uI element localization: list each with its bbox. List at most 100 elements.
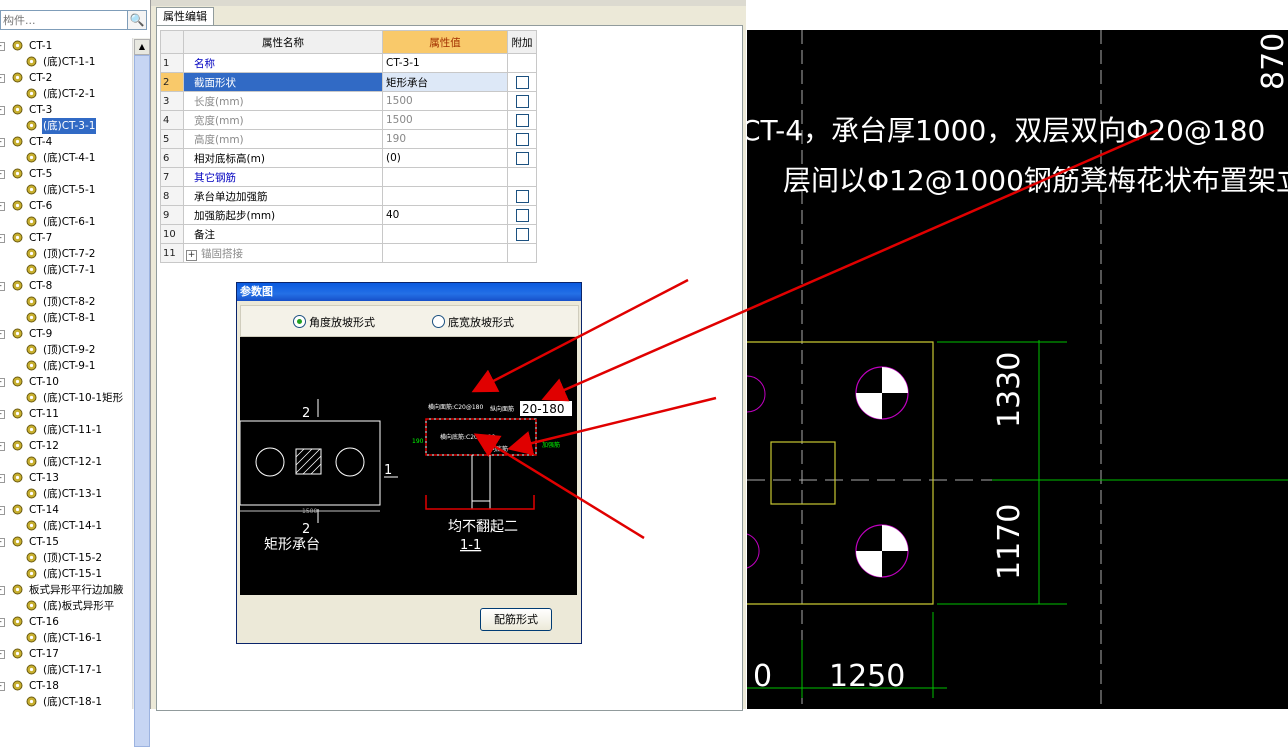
- extra-checkbox[interactable]: [515, 132, 529, 146]
- collapse-icon[interactable]: -: [0, 474, 5, 483]
- tree-node[interactable]: - CT-2: [0, 70, 132, 86]
- tree-leaf[interactable]: (底)CT-18-1: [0, 694, 132, 709]
- collapse-icon[interactable]: -: [0, 106, 5, 115]
- collapse-icon[interactable]: -: [0, 650, 5, 659]
- tree-leaf[interactable]: (底)CT-12-1: [0, 454, 132, 470]
- collapse-icon[interactable]: -: [0, 586, 5, 595]
- property-row[interactable]: 7 其它钢筋: [160, 167, 537, 187]
- property-value[interactable]: 40: [382, 205, 508, 225]
- collapse-icon[interactable]: -: [0, 330, 5, 339]
- property-value[interactable]: [382, 224, 508, 244]
- extra-cell[interactable]: [507, 72, 537, 92]
- tree-leaf[interactable]: (底)CT-14-1: [0, 518, 132, 534]
- property-value[interactable]: [382, 243, 508, 263]
- collapse-icon[interactable]: -: [0, 378, 5, 387]
- rebar-form-button[interactable]: 配筋形式: [480, 608, 552, 631]
- extra-cell[interactable]: [507, 148, 537, 168]
- tree-node[interactable]: - CT-14: [0, 502, 132, 518]
- cad-drawing-area[interactable]: 1330 1170 1250 0 870 CT-4，承台厚1000，双层双向Φ2…: [747, 0, 1288, 709]
- extra-cell[interactable]: [507, 129, 537, 149]
- tree-node[interactable]: - CT-16: [0, 614, 132, 630]
- property-row[interactable]: 11 + 锚固搭接: [160, 243, 537, 263]
- tree-node[interactable]: - CT-3: [0, 102, 132, 118]
- tree-node[interactable]: - CT-9: [0, 326, 132, 342]
- radio-angle-slope[interactable]: 角度放坡形式: [293, 314, 375, 330]
- tree-leaf[interactable]: (底)CT-8-1: [0, 310, 132, 326]
- tree-node[interactable]: - 板式异形平行边加腋: [0, 582, 132, 598]
- tab-property-edit[interactable]: 属性编辑: [156, 7, 214, 26]
- property-value[interactable]: 矩形承台: [382, 72, 508, 92]
- tree-node[interactable]: - CT-8: [0, 278, 132, 294]
- extra-checkbox[interactable]: [515, 151, 529, 165]
- collapse-icon[interactable]: -: [0, 74, 5, 83]
- tree-node[interactable]: - CT-13: [0, 470, 132, 486]
- property-row[interactable]: 2 截面形状 矩形承台: [160, 72, 537, 92]
- tree-leaf[interactable]: (底)CT-11-1: [0, 422, 132, 438]
- property-value[interactable]: (0): [382, 148, 508, 168]
- search-button[interactable]: 🔍: [127, 10, 147, 30]
- tree-leaf[interactable]: (底)CT-16-1: [0, 630, 132, 646]
- tree-leaf[interactable]: (底)CT-7-1: [0, 262, 132, 278]
- property-value[interactable]: 190: [382, 129, 508, 149]
- property-value[interactable]: 1500: [382, 91, 508, 111]
- tree-node[interactable]: - CT-17: [0, 646, 132, 662]
- property-row[interactable]: 9 加强筋起步(mm) 40: [160, 205, 537, 225]
- tree-leaf[interactable]: (底)CT-10-1矩形: [0, 390, 132, 406]
- tree-leaf[interactable]: (底)CT-1-1: [0, 54, 132, 70]
- collapse-icon[interactable]: -: [0, 138, 5, 147]
- tree-scrollbar[interactable]: ▲: [132, 38, 150, 747]
- tree-leaf[interactable]: (底)CT-4-1: [0, 150, 132, 166]
- collapse-icon[interactable]: -: [0, 282, 5, 291]
- property-value[interactable]: 1500: [382, 110, 508, 130]
- tree-node[interactable]: - CT-10: [0, 374, 132, 390]
- extra-cell[interactable]: [507, 186, 537, 206]
- collapse-icon[interactable]: -: [0, 170, 5, 179]
- collapse-icon[interactable]: -: [0, 506, 5, 515]
- tree-node[interactable]: - CT-12: [0, 438, 132, 454]
- property-row[interactable]: 3 长度(mm) 1500: [160, 91, 537, 111]
- tree-node[interactable]: - CT-7: [0, 230, 132, 246]
- property-row[interactable]: 10 备注: [160, 224, 537, 244]
- tree-leaf[interactable]: (底)CT-6-1: [0, 214, 132, 230]
- tree-leaf[interactable]: (底)CT-3-1: [0, 118, 132, 134]
- extra-checkbox[interactable]: [515, 189, 529, 203]
- tree-leaf[interactable]: (顶)CT-9-2: [0, 342, 132, 358]
- property-row[interactable]: 4 宽度(mm) 1500: [160, 110, 537, 130]
- extra-checkbox[interactable]: [515, 227, 529, 241]
- radio-bottom-width-slope[interactable]: 底宽放坡形式: [432, 314, 514, 330]
- extra-cell[interactable]: [507, 205, 537, 225]
- extra-checkbox[interactable]: [515, 208, 529, 222]
- tree-node[interactable]: - CT-15: [0, 534, 132, 550]
- tree-leaf[interactable]: (底)CT-17-1: [0, 662, 132, 678]
- tree-node[interactable]: - CT-11: [0, 406, 132, 422]
- property-value[interactable]: CT-3-1: [382, 53, 508, 73]
- tree-node[interactable]: - CT-4: [0, 134, 132, 150]
- extra-cell[interactable]: [507, 91, 537, 111]
- property-row[interactable]: 8 承台单边加强筋: [160, 186, 537, 206]
- tree-leaf[interactable]: (底)CT-15-1: [0, 566, 132, 582]
- tree-node[interactable]: - CT-5: [0, 166, 132, 182]
- search-field[interactable]: [0, 10, 128, 30]
- tree-node[interactable]: - CT-6: [0, 198, 132, 214]
- property-row[interactable]: 1 名称 CT-3-1: [160, 53, 537, 73]
- property-value[interactable]: [382, 186, 508, 206]
- collapse-icon[interactable]: -: [0, 538, 5, 547]
- collapse-icon[interactable]: -: [0, 42, 5, 51]
- expand-icon[interactable]: +: [186, 249, 197, 261]
- tree-node[interactable]: - CT-1: [0, 38, 132, 54]
- search-input[interactable]: [1, 11, 125, 29]
- property-value[interactable]: [382, 167, 508, 187]
- extra-cell[interactable]: [507, 110, 537, 130]
- extra-checkbox[interactable]: [515, 113, 529, 127]
- tree-leaf[interactable]: (底)CT-5-1: [0, 182, 132, 198]
- tree-leaf[interactable]: (底)板式异形平: [0, 598, 132, 614]
- scroll-thumb[interactable]: [134, 55, 150, 747]
- property-row[interactable]: 5 高度(mm) 190: [160, 129, 537, 149]
- tree-leaf[interactable]: (顶)CT-15-2: [0, 550, 132, 566]
- collapse-icon[interactable]: -: [0, 618, 5, 627]
- extra-checkbox[interactable]: [515, 75, 529, 89]
- property-row[interactable]: 6 相对底标高(m) (0): [160, 148, 537, 168]
- scroll-up-icon[interactable]: ▲: [134, 39, 150, 55]
- collapse-icon[interactable]: -: [0, 442, 5, 451]
- collapse-icon[interactable]: -: [0, 410, 5, 419]
